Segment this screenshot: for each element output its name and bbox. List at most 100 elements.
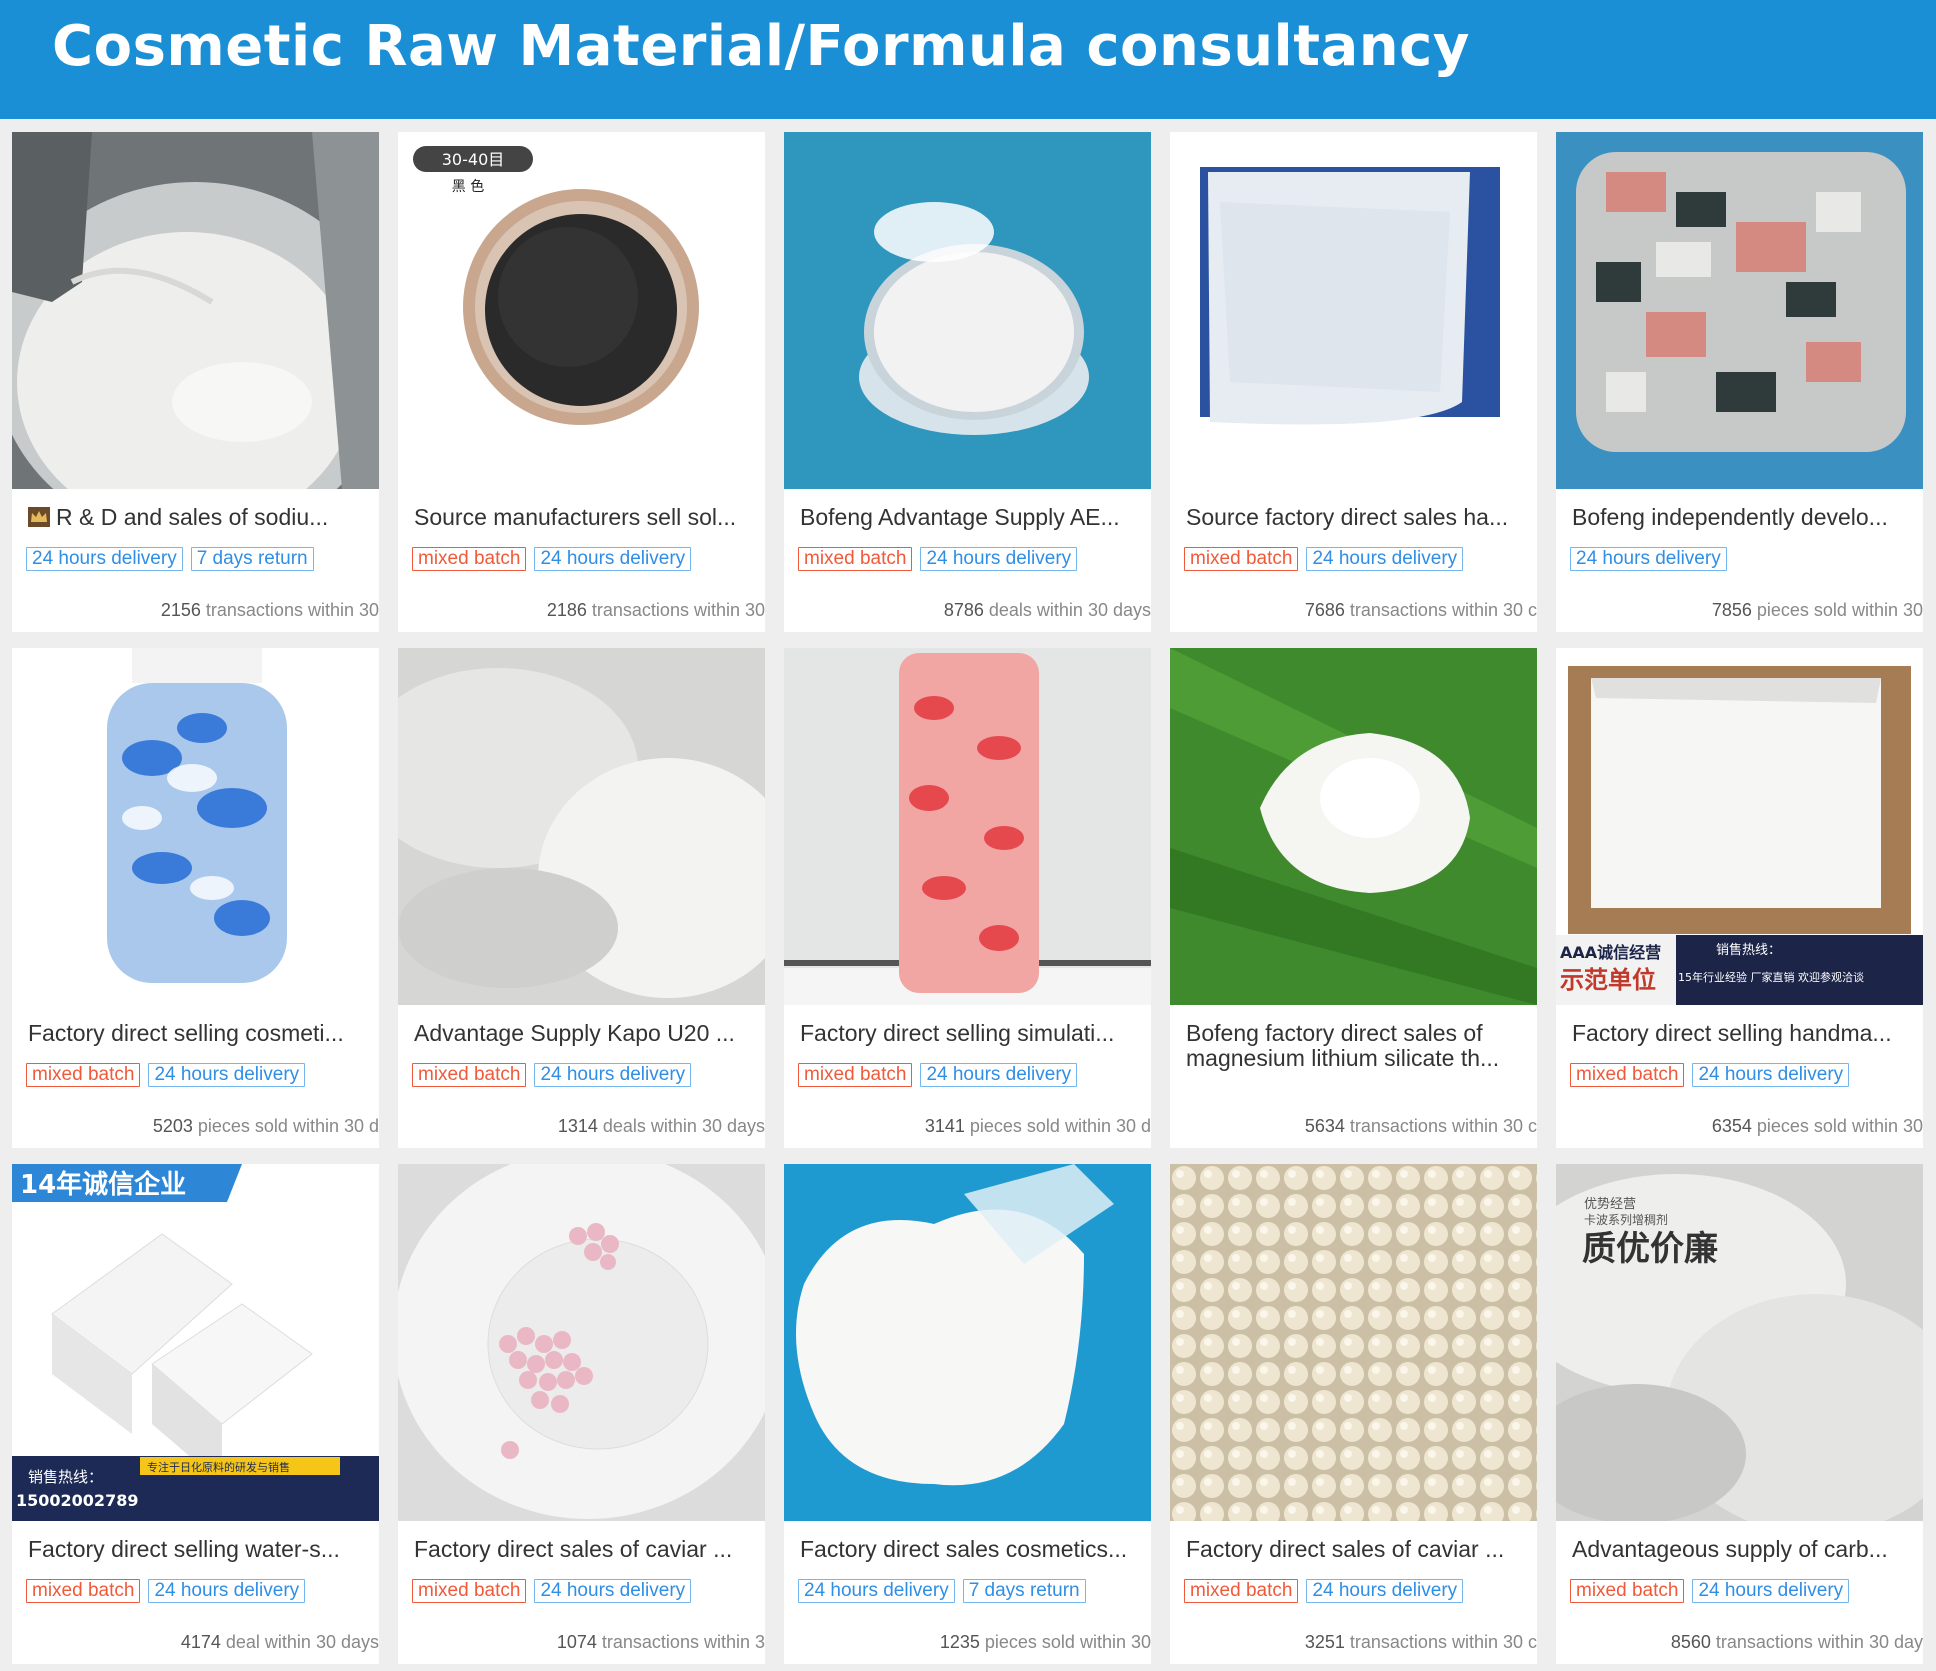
banner-left: AAA诚信经营 — [1560, 943, 1661, 962]
tag-mixed-batch: mixed batch — [26, 1063, 141, 1087]
product-image: 优势经营 卡波系列增稠剂 质优价廉 — [1556, 1164, 1923, 1521]
sales-stats: 3141 pieces sold within 30 d — [924, 1116, 1151, 1136]
tag-list: mixed batch 24 hours delivery — [798, 1063, 1078, 1087]
product-image — [784, 1164, 1151, 1521]
product-card[interactable]: Factory direct selling simulati... mixed… — [784, 648, 1151, 1148]
tag-24h-delivery: 24 hours delivery — [534, 547, 692, 571]
tag-24h-delivery: 24 hours delivery — [26, 547, 183, 571]
page-title: Cosmetic Raw Material/Formula consultanc… — [52, 14, 1470, 79]
tag-24h-delivery: 24 hours delivery — [1306, 547, 1464, 571]
tag-list: mixed batch 24 hours delivery — [1184, 547, 1464, 571]
tag-list: 24 hours delivery — [1570, 547, 1727, 571]
product-image — [1170, 1164, 1537, 1521]
tag-24h-delivery: 24 hours delivery — [148, 1579, 306, 1603]
product-image — [12, 648, 379, 1005]
tag-mixed-batch: mixed batch — [798, 547, 913, 571]
sales-stats: 7686 transactions within 30 c — [1304, 600, 1537, 620]
product-title[interactable]: Factory direct sales cosmetics... — [800, 1537, 1140, 1562]
product-card[interactable]: Factory direct selling cosmeti... mixed … — [12, 648, 379, 1148]
tag-24h-delivery: 24 hours delivery — [920, 1063, 1078, 1087]
product-card[interactable]: Bofeng Advantage Supply AE... mixed batc… — [784, 132, 1151, 632]
sales-stats: 6354 pieces sold within 30 — [1711, 1116, 1923, 1136]
tag-list: mixed batch 24 hours delivery — [412, 1063, 692, 1087]
tag-list: 24 hours delivery 7 days return — [798, 1579, 1086, 1603]
tag-mixed-batch: mixed batch — [1184, 547, 1299, 571]
banner-top: 14年诚信企业 — [20, 1169, 186, 1200]
product-image: 14年诚信企业 专注于日化原料的研发与销售 销售热线： 15002002789 — [12, 1164, 379, 1521]
crown-icon — [28, 507, 50, 527]
product-card[interactable]: Advantage Supply Kapo U20 ... mixed batc… — [398, 648, 765, 1148]
tag-24h-delivery: 24 hours delivery — [1306, 1579, 1464, 1603]
tag-7-days-return: 7 days return — [190, 547, 314, 571]
product-title[interactable]: Factory direct sales of caviar ... — [1186, 1537, 1526, 1562]
tag-24h-delivery: 24 hours delivery — [920, 547, 1078, 571]
product-title[interactable]: Bofeng independently develo... — [1572, 505, 1912, 530]
product-title[interactable]: Factory direct selling cosmeti... — [28, 1021, 368, 1046]
sales-stats: 1314 deals within 30 days — [557, 1116, 765, 1136]
tag-list: mixed batch 24 hours delivery — [1570, 1579, 1850, 1603]
image-caption: 优势经营 — [1584, 1196, 1636, 1212]
product-image — [784, 132, 1151, 489]
tag-mixed-batch: mixed batch — [26, 1579, 141, 1603]
sales-stats: 4174 deal within 30 days — [180, 1632, 379, 1652]
tag-mixed-batch: mixed batch — [412, 1063, 527, 1087]
sales-stats: 1235 pieces sold within 30 — [939, 1632, 1151, 1652]
product-image — [1556, 132, 1923, 489]
product-card[interactable]: Bofeng factory direct sales of magnesium… — [1170, 648, 1537, 1148]
banner-right-2: 15年行业经验 厂家直销 欢迎参观洽谈 — [1678, 970, 1864, 984]
sales-stats: 7856 pieces sold within 30 — [1711, 600, 1923, 620]
sales-stats: 8786 deals within 30 days — [943, 600, 1151, 620]
sales-stats: 2186 transactions within 30 — [546, 600, 765, 620]
product-title[interactable]: Advantageous supply of carb... — [1572, 1537, 1912, 1562]
product-card[interactable]: 14年诚信企业 专注于日化原料的研发与销售 销售热线： 15002002789 … — [12, 1164, 379, 1664]
tag-24h-delivery: 24 hours delivery — [798, 1579, 955, 1603]
product-title[interactable]: Bofeng factory direct sales of magnesium… — [1186, 1021, 1526, 1073]
product-image: 30-40目 黑 色 — [398, 132, 765, 489]
image-caption-2: 卡波系列增稠剂 — [1584, 1212, 1668, 1227]
tag-24h-delivery: 24 hours delivery — [534, 1063, 692, 1087]
product-title[interactable]: Source manufacturers sell sol... — [414, 505, 754, 530]
product-title[interactable]: Factory direct selling water-s... — [28, 1537, 368, 1562]
sales-stats: 2156 transactions within 30 — [160, 600, 379, 620]
tag-24h-delivery: 24 hours delivery — [1570, 547, 1727, 571]
tag-mixed-batch: mixed batch — [1570, 1579, 1685, 1603]
sales-stats: 8560 transactions within 30 day — [1670, 1632, 1923, 1652]
product-card[interactable]: R & D and sales of sodiu... 24 hours del… — [12, 132, 379, 632]
product-card[interactable]: Source factory direct sales ha... mixed … — [1170, 132, 1537, 632]
product-card[interactable]: Factory direct sales of caviar ... mixed… — [1170, 1164, 1537, 1664]
tag-list: 24 hours delivery 7 days return — [26, 547, 314, 571]
product-title[interactable]: Factory direct selling handma... — [1572, 1021, 1912, 1046]
product-card[interactable]: Factory direct sales cosmetics... 24 hou… — [784, 1164, 1151, 1664]
product-card[interactable]: AAA诚信经营 示范单位 销售热线： 15年行业经验 厂家直销 欢迎参观洽谈 F… — [1556, 648, 1923, 1148]
product-title[interactable]: Source factory direct sales ha... — [1186, 505, 1526, 530]
tag-mixed-batch: mixed batch — [798, 1063, 913, 1087]
product-title[interactable]: Factory direct selling simulati... — [800, 1021, 1140, 1046]
product-grid: R & D and sales of sodiu... 24 hours del… — [12, 132, 1923, 1664]
product-card[interactable]: Factory direct sales of caviar ... mixed… — [398, 1164, 765, 1664]
image-caption-3: 质优价廉 — [1582, 1229, 1718, 1269]
product-title[interactable]: Factory direct sales of caviar ... — [414, 1537, 754, 1562]
product-card[interactable]: Bofeng independently develo... 24 hours … — [1556, 132, 1923, 632]
tag-24h-delivery: 24 hours delivery — [534, 1579, 692, 1603]
product-card[interactable]: 30-40目 黑 色 Source manufacturers sell sol… — [398, 132, 765, 632]
product-title[interactable]: R & D and sales of sodiu... — [28, 505, 368, 530]
tag-24h-delivery: 24 hours delivery — [148, 1063, 306, 1087]
image-caption-2: 黑 色 — [452, 178, 484, 195]
tag-24h-delivery: 24 hours delivery — [1692, 1063, 1850, 1087]
tag-list: mixed batch 24 hours delivery — [1184, 1579, 1464, 1603]
tag-list: mixed batch 24 hours delivery — [1570, 1063, 1850, 1087]
sales-stats: 1074 transactions within 3 — [556, 1632, 765, 1652]
product-title[interactable]: Bofeng Advantage Supply AE... — [800, 505, 1140, 530]
tag-list: mixed batch 24 hours delivery — [412, 1579, 692, 1603]
product-image: AAA诚信经营 示范单位 销售热线： 15年行业经验 厂家直销 欢迎参观洽谈 — [1556, 648, 1923, 1005]
product-card[interactable]: 优势经营 卡波系列增稠剂 质优价廉 Advantageous supply of… — [1556, 1164, 1923, 1664]
tag-list: mixed batch 24 hours delivery — [26, 1579, 306, 1603]
tag-mixed-batch: mixed batch — [1184, 1579, 1299, 1603]
sales-stats: 5634 transactions within 30 c — [1304, 1116, 1537, 1136]
product-title[interactable]: Advantage Supply Kapo U20 ... — [414, 1021, 754, 1046]
banner-hotline: 销售热线： — [28, 1468, 103, 1486]
sales-stats: 5203 pieces sold within 30 d — [152, 1116, 379, 1136]
tag-list: mixed batch 24 hours delivery — [412, 547, 692, 571]
sales-stats: 3251 transactions within 30 c — [1304, 1632, 1537, 1652]
tag-list: mixed batch 24 hours delivery — [798, 547, 1078, 571]
